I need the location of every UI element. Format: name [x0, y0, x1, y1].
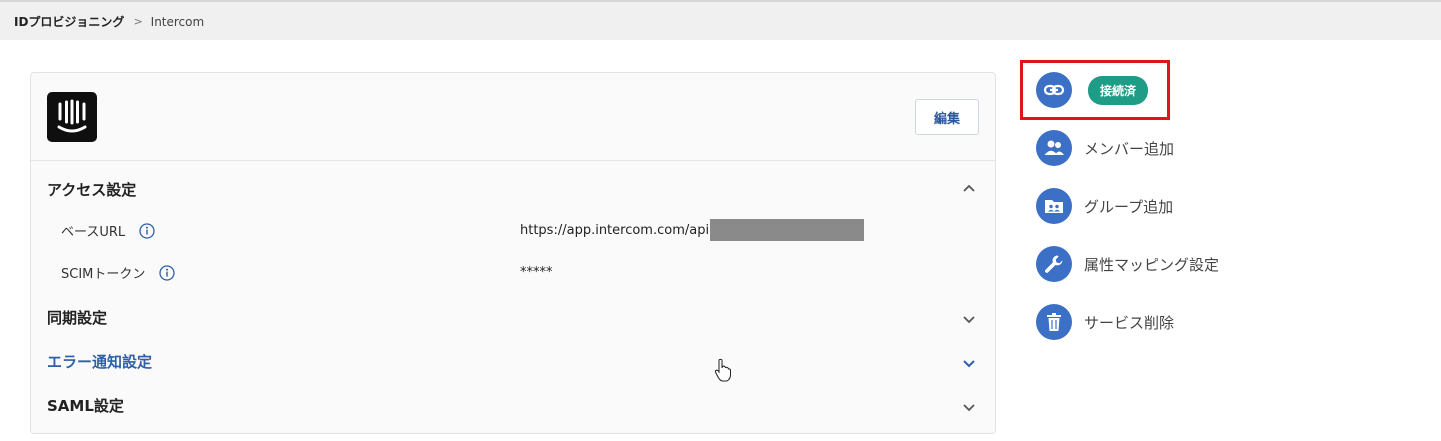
- breadcrumb-root-link[interactable]: IDプロビジョニング: [14, 13, 124, 30]
- chevron-up-icon[interactable]: [961, 180, 977, 196]
- info-icon[interactable]: [159, 264, 176, 281]
- add-groups-item[interactable]: グループ追加: [1036, 188, 1173, 224]
- wrench-icon: [1036, 246, 1072, 282]
- redacted-block: [710, 219, 865, 241]
- add-members-label: メンバー追加: [1084, 139, 1175, 158]
- chevron-down-icon[interactable]: [961, 399, 977, 415]
- base-url-text: https://app.intercom.com/api: [520, 222, 710, 238]
- connection-status-item[interactable]: 接続済: [1036, 72, 1149, 108]
- scim-token-label: SCIMトークン: [61, 267, 146, 282]
- breadcrumb: IDプロビジョニング > Intercom: [14, 13, 204, 30]
- service-settings-card: 編集 アクセス設定 ベースURL https://app.intercom.co…: [30, 72, 996, 434]
- add-groups-label: グループ追加: [1084, 197, 1174, 216]
- delete-service-label: サービス削除: [1084, 313, 1175, 332]
- scim-token-row-label: SCIMトークン: [61, 263, 176, 282]
- chevron-down-icon[interactable]: [961, 355, 977, 371]
- access-settings-title[interactable]: アクセス設定: [47, 179, 136, 200]
- attribute-mapping-item[interactable]: 属性マッピング設定: [1036, 246, 1219, 282]
- top-bar: IDプロビジョニング > Intercom: [0, 0, 1441, 40]
- scim-token-value: *****: [520, 265, 553, 280]
- chevron-down-icon[interactable]: [961, 311, 977, 327]
- error-notification-settings-title[interactable]: エラー通知設定: [47, 351, 152, 372]
- base-url-value: https://app.intercom.com/api: [520, 219, 865, 241]
- trash-icon: [1036, 304, 1072, 340]
- sync-settings-title[interactable]: 同期設定: [47, 307, 107, 328]
- link-icon: [1036, 72, 1072, 108]
- attribute-mapping-label: 属性マッピング設定: [1084, 255, 1220, 274]
- delete-service-item[interactable]: サービス削除: [1036, 304, 1174, 340]
- add-members-item[interactable]: メンバー追加: [1036, 130, 1174, 166]
- edit-button[interactable]: 編集: [915, 99, 979, 135]
- breadcrumb-separator: >: [133, 15, 143, 28]
- base-url-row-label: ベースURL: [61, 221, 155, 240]
- saml-settings-title[interactable]: SAML設定: [47, 395, 124, 416]
- people-icon: [1036, 130, 1072, 166]
- hand-cursor-icon: [714, 358, 731, 382]
- base-url-label: ベースURL: [61, 225, 126, 240]
- intercom-logo-icon: [47, 92, 97, 142]
- breadcrumb-current: Intercom: [150, 14, 205, 29]
- connected-badge: 接続済: [1088, 75, 1149, 105]
- group-folder-icon: [1036, 188, 1072, 224]
- info-icon[interactable]: [139, 222, 155, 239]
- card-header: 編集: [31, 73, 995, 161]
